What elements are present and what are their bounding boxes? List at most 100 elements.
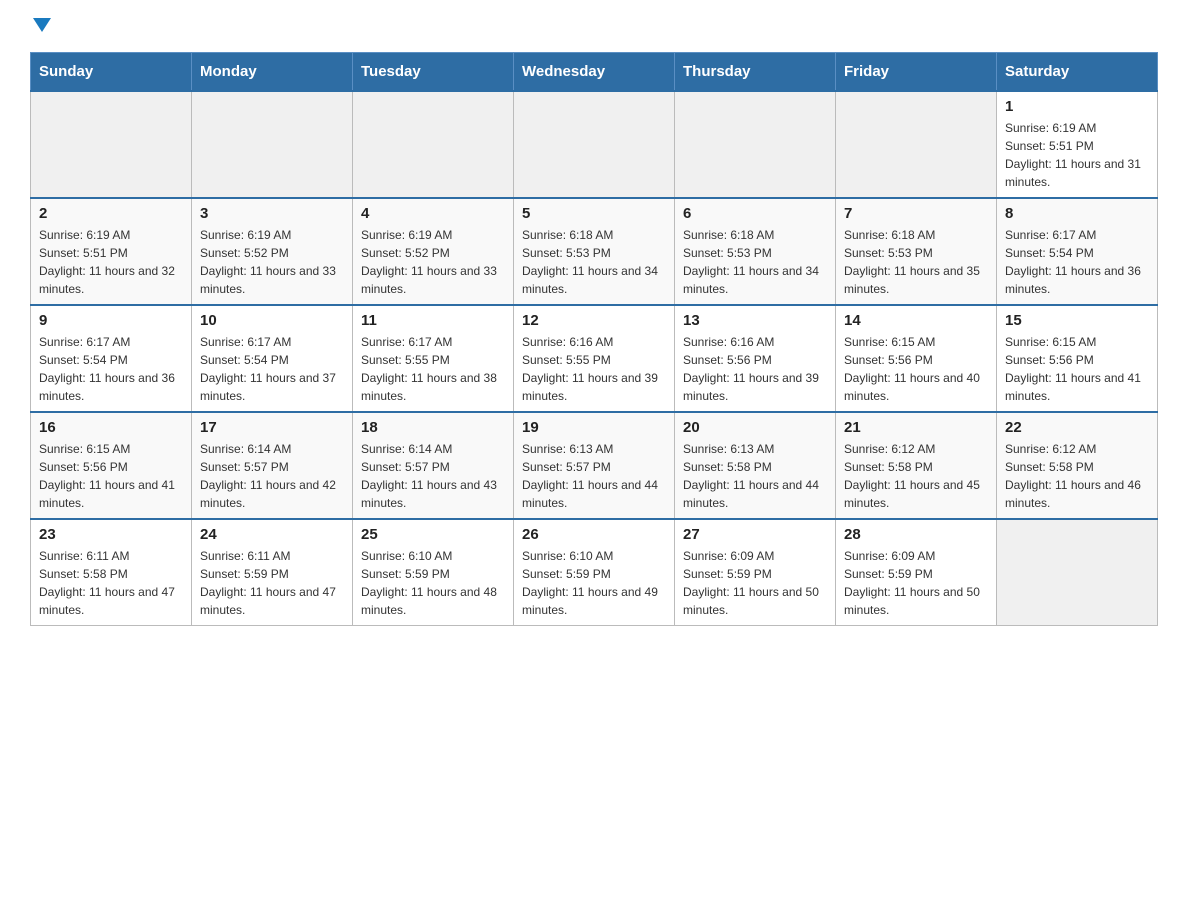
day-number: 16	[39, 419, 183, 436]
day-info: Sunrise: 6:15 AMSunset: 5:56 PMDaylight:…	[1005, 333, 1149, 405]
calendar-day-cell: 27 Sunrise: 6:09 AMSunset: 5:59 PMDayligh…	[675, 519, 836, 626]
calendar-day-cell	[31, 91, 192, 198]
calendar-day-cell	[997, 519, 1158, 626]
day-number: 10	[200, 312, 344, 329]
day-info: Sunrise: 6:11 AMSunset: 5:58 PMDaylight:…	[39, 547, 183, 619]
calendar-day-cell: 4 Sunrise: 6:19 AMSunset: 5:52 PMDaylight…	[353, 198, 514, 305]
calendar-day-cell	[192, 91, 353, 198]
logo-arrow-icon	[33, 18, 51, 32]
calendar-day-cell: 7 Sunrise: 6:18 AMSunset: 5:53 PMDaylight…	[836, 198, 997, 305]
day-number: 11	[361, 312, 505, 329]
day-info: Sunrise: 6:17 AMSunset: 5:55 PMDaylight:…	[361, 333, 505, 405]
day-info: Sunrise: 6:16 AMSunset: 5:56 PMDaylight:…	[683, 333, 827, 405]
calendar-header-sunday: Sunday	[31, 53, 192, 92]
day-info: Sunrise: 6:11 AMSunset: 5:59 PMDaylight:…	[200, 547, 344, 619]
day-info: Sunrise: 6:12 AMSunset: 5:58 PMDaylight:…	[844, 440, 988, 512]
calendar-day-cell: 16 Sunrise: 6:15 AMSunset: 5:56 PMDayligh…	[31, 412, 192, 519]
day-number: 25	[361, 526, 505, 543]
day-info: Sunrise: 6:13 AMSunset: 5:57 PMDaylight:…	[522, 440, 666, 512]
calendar-day-cell: 2 Sunrise: 6:19 AMSunset: 5:51 PMDaylight…	[31, 198, 192, 305]
day-number: 17	[200, 419, 344, 436]
day-info: Sunrise: 6:19 AMSunset: 5:52 PMDaylight:…	[361, 226, 505, 298]
calendar-day-cell: 1 Sunrise: 6:19 AMSunset: 5:51 PMDaylight…	[997, 91, 1158, 198]
calendar-day-cell: 21Sunrise: 6:12 AMSunset: 5:58 PMDayligh…	[836, 412, 997, 519]
calendar-week-row: 1 Sunrise: 6:19 AMSunset: 5:51 PMDaylight…	[31, 91, 1158, 198]
calendar-day-cell: 10 Sunrise: 6:17 AMSunset: 5:54 PMDayligh…	[192, 305, 353, 412]
calendar-week-row: 16 Sunrise: 6:15 AMSunset: 5:56 PMDayligh…	[31, 412, 1158, 519]
day-number: 23	[39, 526, 183, 543]
calendar-day-cell: 20Sunrise: 6:13 AMSunset: 5:58 PMDayligh…	[675, 412, 836, 519]
calendar-day-cell: 18 Sunrise: 6:14 AMSunset: 5:57 PMDayligh…	[353, 412, 514, 519]
day-info: Sunrise: 6:18 AMSunset: 5:53 PMDaylight:…	[522, 226, 666, 298]
day-info: Sunrise: 6:17 AMSunset: 5:54 PMDaylight:…	[1005, 226, 1149, 298]
day-number: 6	[683, 205, 827, 222]
day-number: 18	[361, 419, 505, 436]
calendar-header-row: SundayMondayTuesdayWednesdayThursdayFrid…	[31, 53, 1158, 92]
day-number: 28	[844, 526, 988, 543]
day-number: 9	[39, 312, 183, 329]
calendar-day-cell: 11 Sunrise: 6:17 AMSunset: 5:55 PMDayligh…	[353, 305, 514, 412]
calendar-day-cell: 17 Sunrise: 6:14 AMSunset: 5:57 PMDayligh…	[192, 412, 353, 519]
calendar-day-cell: 14 Sunrise: 6:15 AMSunset: 5:56 PMDayligh…	[836, 305, 997, 412]
calendar-day-cell: 3 Sunrise: 6:19 AMSunset: 5:52 PMDaylight…	[192, 198, 353, 305]
calendar-week-row: 2 Sunrise: 6:19 AMSunset: 5:51 PMDaylight…	[31, 198, 1158, 305]
day-number: 26	[522, 526, 666, 543]
day-number: 1	[1005, 98, 1149, 115]
calendar-day-cell: 9 Sunrise: 6:17 AMSunset: 5:54 PMDaylight…	[31, 305, 192, 412]
day-info: Sunrise: 6:17 AMSunset: 5:54 PMDaylight:…	[39, 333, 183, 405]
day-number: 24	[200, 526, 344, 543]
day-info: Sunrise: 6:09 AMSunset: 5:59 PMDaylight:…	[683, 547, 827, 619]
day-info: Sunrise: 6:12 AMSunset: 5:58 PMDaylight:…	[1005, 440, 1149, 512]
calendar-day-cell: 28 Sunrise: 6:09 AMSunset: 5:59 PMDayligh…	[836, 519, 997, 626]
calendar-week-row: 23 Sunrise: 6:11 AMSunset: 5:58 PMDayligh…	[31, 519, 1158, 626]
day-info: Sunrise: 6:19 AMSunset: 5:51 PMDaylight:…	[39, 226, 183, 298]
day-number: 4	[361, 205, 505, 222]
calendar-day-cell	[836, 91, 997, 198]
day-number: 2	[39, 205, 183, 222]
day-info: Sunrise: 6:13 AMSunset: 5:58 PMDaylight:…	[683, 440, 827, 512]
calendar-day-cell: 23 Sunrise: 6:11 AMSunset: 5:58 PMDayligh…	[31, 519, 192, 626]
calendar-day-cell: 12 Sunrise: 6:16 AMSunset: 5:55 PMDayligh…	[514, 305, 675, 412]
calendar-header-monday: Monday	[192, 53, 353, 92]
day-info: Sunrise: 6:15 AMSunset: 5:56 PMDaylight:…	[39, 440, 183, 512]
calendar-day-cell: 25Sunrise: 6:10 AMSunset: 5:59 PMDayligh…	[353, 519, 514, 626]
calendar-day-cell: 5Sunrise: 6:18 AMSunset: 5:53 PMDaylight…	[514, 198, 675, 305]
day-number: 14	[844, 312, 988, 329]
day-info: Sunrise: 6:15 AMSunset: 5:56 PMDaylight:…	[844, 333, 988, 405]
calendar-header-saturday: Saturday	[997, 53, 1158, 92]
calendar-day-cell	[353, 91, 514, 198]
calendar-day-cell: 15 Sunrise: 6:15 AMSunset: 5:56 PMDayligh…	[997, 305, 1158, 412]
calendar-day-cell: 19 Sunrise: 6:13 AMSunset: 5:57 PMDayligh…	[514, 412, 675, 519]
day-info: Sunrise: 6:19 AMSunset: 5:52 PMDaylight:…	[200, 226, 344, 298]
day-number: 22	[1005, 419, 1149, 436]
day-number: 19	[522, 419, 666, 436]
calendar-week-row: 9 Sunrise: 6:17 AMSunset: 5:54 PMDaylight…	[31, 305, 1158, 412]
logo	[30, 20, 51, 34]
day-info: Sunrise: 6:14 AMSunset: 5:57 PMDaylight:…	[200, 440, 344, 512]
day-info: Sunrise: 6:19 AMSunset: 5:51 PMDaylight:…	[1005, 119, 1149, 191]
calendar-day-cell: 22 Sunrise: 6:12 AMSunset: 5:58 PMDayligh…	[997, 412, 1158, 519]
calendar-table: SundayMondayTuesdayWednesdayThursdayFrid…	[30, 52, 1158, 626]
calendar-header-thursday: Thursday	[675, 53, 836, 92]
day-info: Sunrise: 6:09 AMSunset: 5:59 PMDaylight:…	[844, 547, 988, 619]
day-number: 13	[683, 312, 827, 329]
day-info: Sunrise: 6:16 AMSunset: 5:55 PMDaylight:…	[522, 333, 666, 405]
day-number: 7	[844, 205, 988, 222]
day-number: 15	[1005, 312, 1149, 329]
calendar-day-cell: 13 Sunrise: 6:16 AMSunset: 5:56 PMDayligh…	[675, 305, 836, 412]
calendar-day-cell: 6 Sunrise: 6:18 AMSunset: 5:53 PMDaylight…	[675, 198, 836, 305]
day-number: 27	[683, 526, 827, 543]
day-info: Sunrise: 6:18 AMSunset: 5:53 PMDaylight:…	[683, 226, 827, 298]
day-number: 3	[200, 205, 344, 222]
day-info: Sunrise: 6:14 AMSunset: 5:57 PMDaylight:…	[361, 440, 505, 512]
page-header	[30, 20, 1158, 34]
calendar-day-cell: 8Sunrise: 6:17 AMSunset: 5:54 PMDaylight…	[997, 198, 1158, 305]
calendar-day-cell	[514, 91, 675, 198]
calendar-header-wednesday: Wednesday	[514, 53, 675, 92]
calendar-day-cell: 24 Sunrise: 6:11 AMSunset: 5:59 PMDayligh…	[192, 519, 353, 626]
day-info: Sunrise: 6:18 AMSunset: 5:53 PMDaylight:…	[844, 226, 988, 298]
calendar-header-tuesday: Tuesday	[353, 53, 514, 92]
day-info: Sunrise: 6:17 AMSunset: 5:54 PMDaylight:…	[200, 333, 344, 405]
day-number: 12	[522, 312, 666, 329]
day-info: Sunrise: 6:10 AMSunset: 5:59 PMDaylight:…	[522, 547, 666, 619]
